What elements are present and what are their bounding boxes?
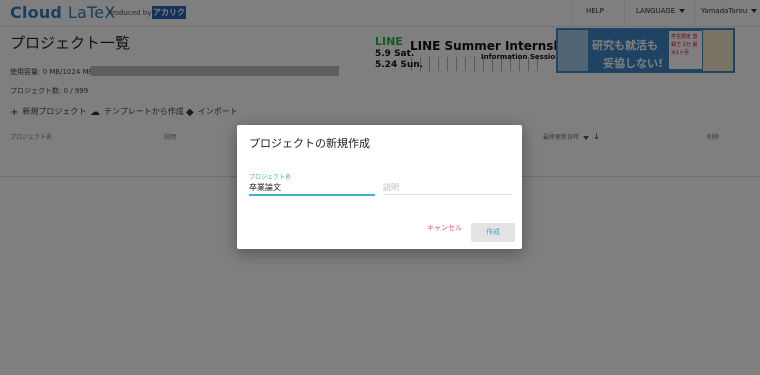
create-button[interactable]: 作成 [471,223,515,242]
project-name-input[interactable] [249,180,375,196]
cancel-button[interactable]: キャンセル [427,223,462,233]
description-input[interactable] [383,180,511,195]
new-project-dialog: プロジェクトの新規作成 プロジェクト名 キャンセル 作成 [237,125,522,249]
dialog-title: プロジェクトの新規作成 [249,137,370,150]
